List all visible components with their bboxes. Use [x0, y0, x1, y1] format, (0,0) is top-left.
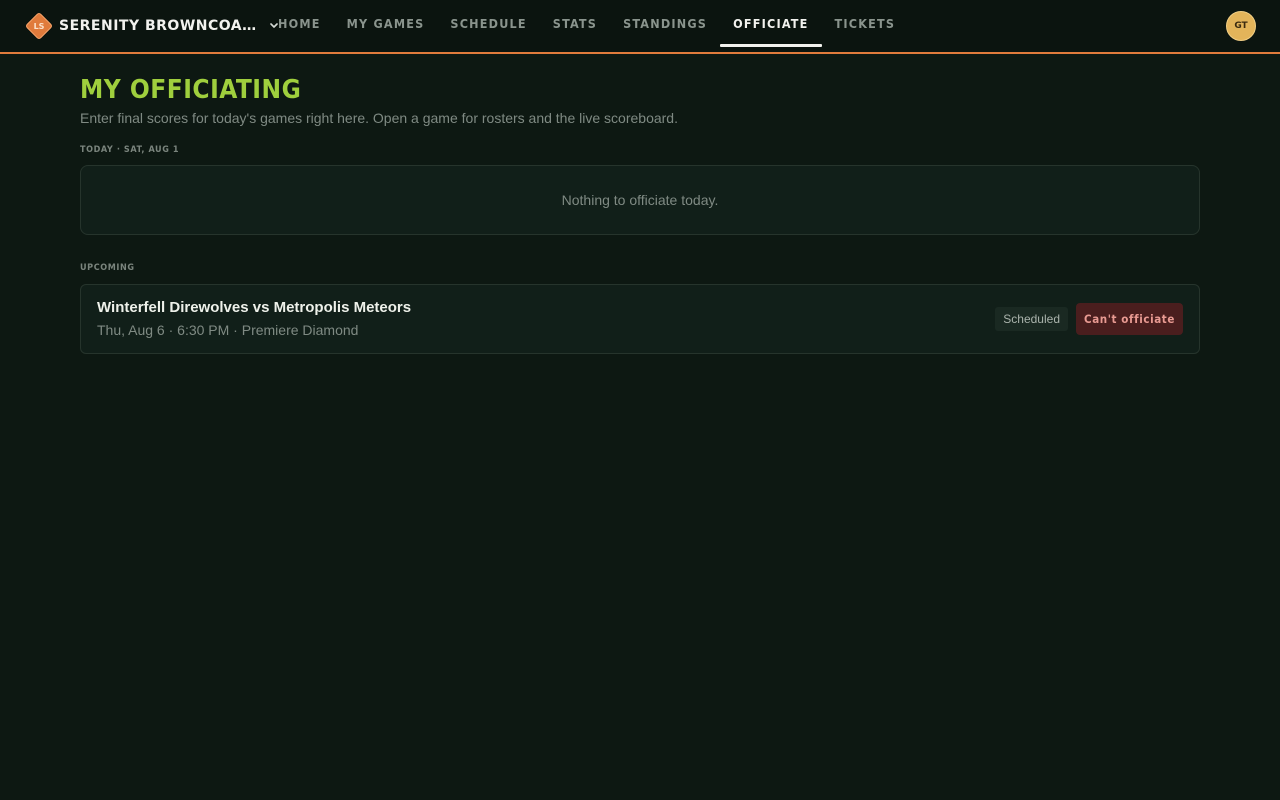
- league-logo-icon: LS: [24, 11, 54, 41]
- nav-stats[interactable]: STATS: [540, 0, 610, 47]
- nav-schedule[interactable]: SCHEDULE: [437, 0, 539, 47]
- nav-officiate[interactable]: OFFICIATE: [720, 0, 822, 47]
- main-nav: HOME MY GAMES SCHEDULE STATS STANDINGS O…: [265, 0, 908, 52]
- today-empty-state: Nothing to officiate today.: [80, 165, 1200, 235]
- main-content: MY OFFICIATING Enter final scores for to…: [80, 54, 1200, 354]
- league-logo-initials: LS: [33, 21, 45, 31]
- top-navigation-bar: LS SERENITY BROWNCOA… HOME MY GAMES SCHE…: [0, 0, 1280, 54]
- nav-standings[interactable]: STANDINGS: [610, 0, 720, 47]
- team-switcher[interactable]: LS SERENITY BROWNCOA…: [24, 11, 279, 41]
- status-badge: Scheduled: [995, 307, 1068, 331]
- nav-home[interactable]: HOME: [265, 0, 334, 47]
- game-meta: Thu, Aug 6 · 6:30 PM · Premiere Diamond: [97, 322, 359, 338]
- today-section-label: TODAY · SAT, AUG 1: [80, 145, 180, 155]
- team-name: SERENITY BROWNCOA…: [59, 18, 257, 34]
- game-card[interactable]: Winterfell Direwolves vs Metropolis Mete…: [80, 284, 1200, 354]
- nav-tickets[interactable]: TICKETS: [822, 0, 909, 47]
- nav-my-games[interactable]: MY GAMES: [334, 0, 438, 47]
- upcoming-section-label: UPCOMING: [80, 263, 135, 273]
- cant-officiate-button[interactable]: Can't officiate: [1076, 303, 1183, 335]
- user-avatar[interactable]: GT: [1226, 11, 1256, 41]
- game-title: Winterfell Direwolves vs Metropolis Mete…: [97, 299, 412, 316]
- empty-state-message: Nothing to officiate today.: [561, 192, 719, 208]
- page-subtitle: Enter final scores for today's games rig…: [80, 110, 678, 126]
- page-title: MY OFFICIATING: [80, 75, 302, 105]
